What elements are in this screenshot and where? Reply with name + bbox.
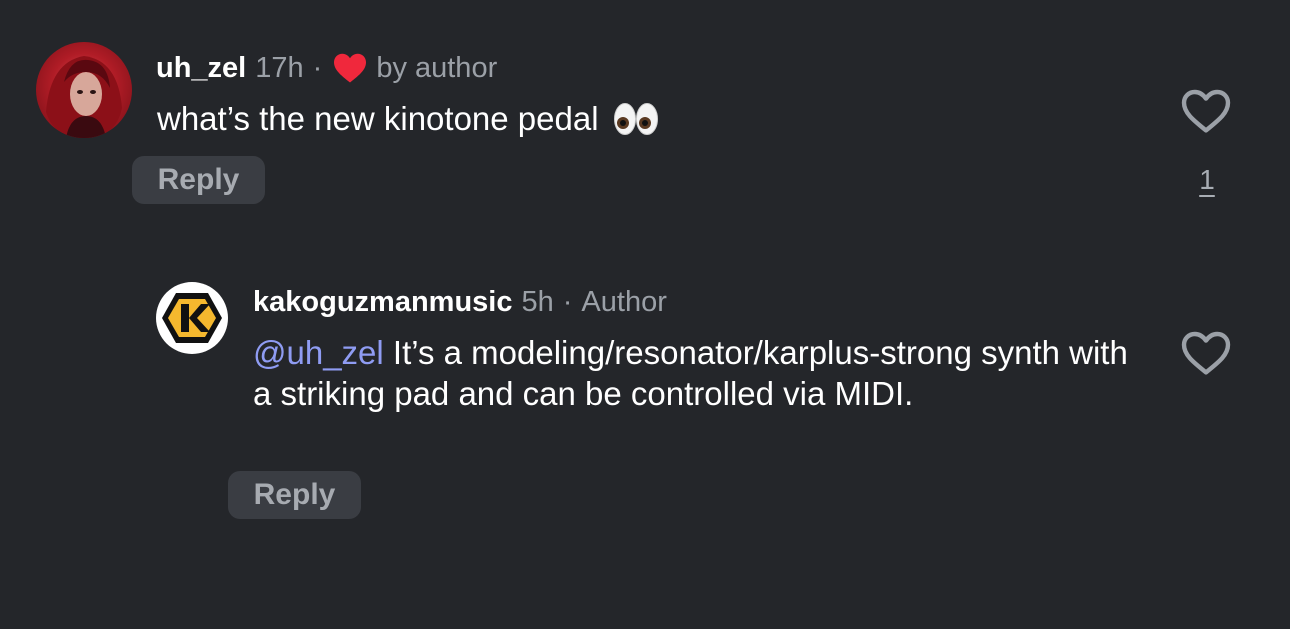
comment-text: what’s the new kinotone pedal xyxy=(157,100,599,137)
reply-button[interactable]: Reply xyxy=(228,471,361,519)
comment-username[interactable]: uh_zel xyxy=(156,52,246,85)
heart-outline-icon[interactable] xyxy=(1180,330,1232,376)
avatar-kakoguzmanmusic[interactable] xyxy=(156,282,228,354)
reply-button[interactable]: Reply xyxy=(132,156,265,204)
comment-body: what’s the new kinotone pedal xyxy=(157,100,659,138)
heart-outline-icon[interactable] xyxy=(1180,88,1232,134)
heart-filled-icon xyxy=(332,52,368,84)
comment-body: @uh_zel It’s a modeling/resonator/karplu… xyxy=(253,332,1153,414)
meta-separator: · xyxy=(562,285,573,318)
avatar-uh-zel[interactable] xyxy=(36,42,132,138)
author-badge: Author xyxy=(581,285,667,318)
meta-separator: · xyxy=(312,51,323,84)
comment-timestamp: 5h xyxy=(521,285,554,318)
comment-text: It’s a modeling/resonator/karplus-strong… xyxy=(253,334,1128,412)
eyes-emoji-icon xyxy=(613,102,659,136)
liked-by-author-label: by author xyxy=(376,51,498,84)
k-hexagon-logo-icon xyxy=(162,293,222,343)
comment-timestamp: 17h xyxy=(255,51,304,84)
comment-meta: kakoguzmanmusic 5h · Author xyxy=(253,284,667,320)
like-count[interactable]: 1 xyxy=(1190,164,1224,196)
mention-link[interactable]: @uh_zel xyxy=(253,334,384,371)
comment-username[interactable]: kakoguzmanmusic xyxy=(253,286,512,319)
avatar-portrait-image xyxy=(46,56,122,138)
comment-meta: uh_zel 17h · by author xyxy=(156,50,497,86)
